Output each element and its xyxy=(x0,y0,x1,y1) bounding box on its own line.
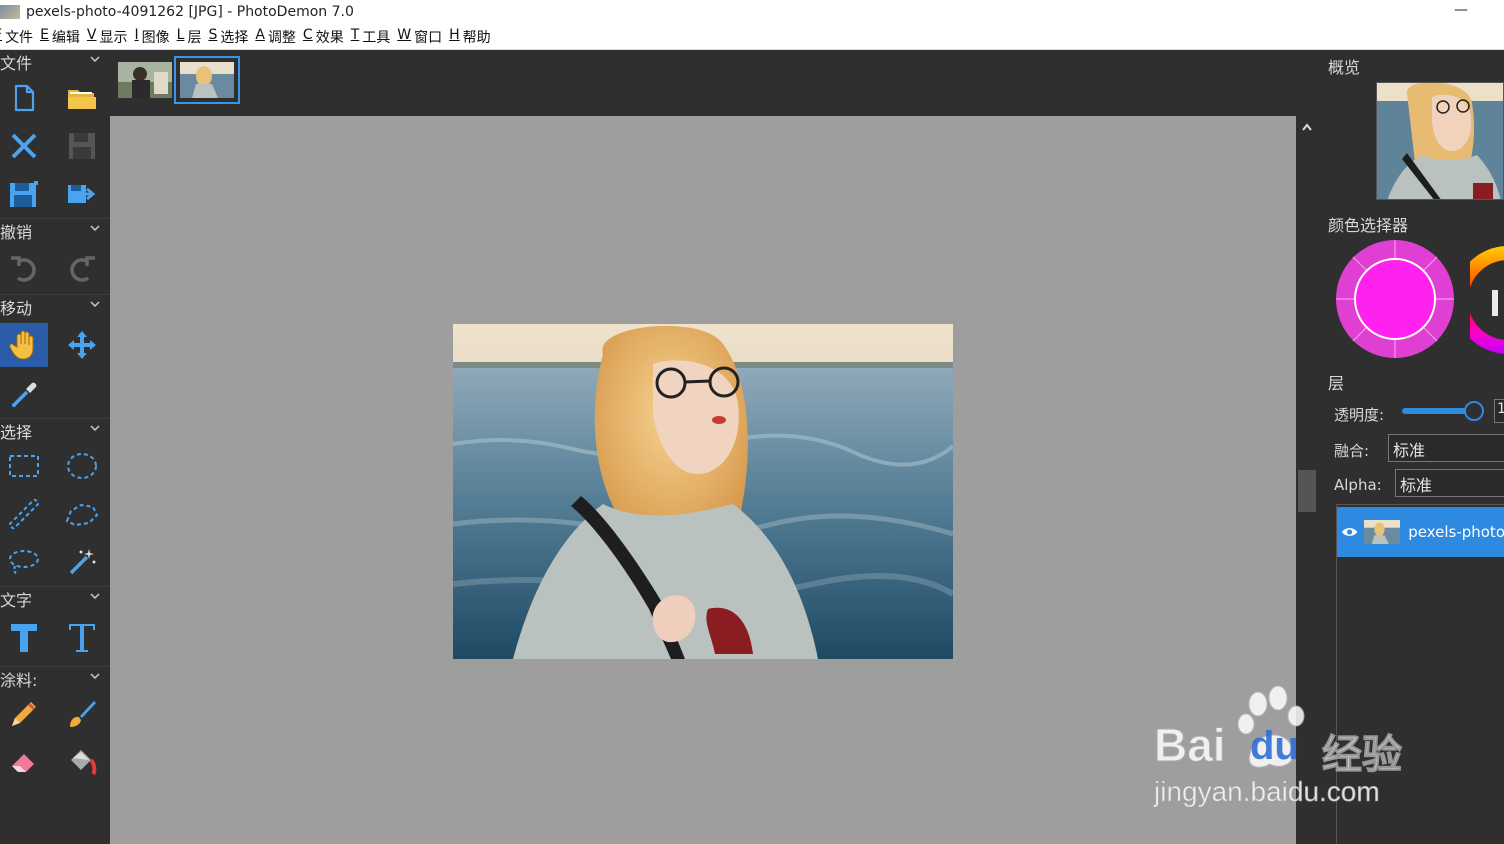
chevron-down-icon xyxy=(90,56,100,63)
section-text[interactable]: 文字 xyxy=(0,586,110,610)
overview-title: 概览 xyxy=(1328,58,1361,77)
thumbnail-image xyxy=(180,62,234,98)
toolbox-panel: 文件 撤销 移动 选择 文字 涂料: xyxy=(0,50,110,844)
blend-label: 融合: xyxy=(1334,442,1370,460)
eye-icon[interactable] xyxy=(1341,525,1358,539)
layer-name: pexels-photo xyxy=(1408,523,1504,541)
image-tabs xyxy=(110,50,1296,116)
window-title: pexels-photo-4091262 [JPG] - PhotoDemon … xyxy=(26,4,354,20)
new-file-icon[interactable] xyxy=(0,76,48,120)
move-icon[interactable] xyxy=(58,323,106,367)
menu-edit[interactable]: E 编辑 xyxy=(40,27,87,47)
menu-adjust[interactable]: A 调整 xyxy=(255,27,303,47)
blend-mode-select[interactable]: 标准 xyxy=(1388,434,1504,462)
overview-thumbnail[interactable] xyxy=(1376,82,1504,200)
polygon-select-icon[interactable] xyxy=(58,492,106,536)
menu-effects[interactable]: C 效果 xyxy=(303,27,351,47)
alpha-mode-select[interactable]: 标准 xyxy=(1395,469,1504,497)
section-select[interactable]: 选择 xyxy=(0,418,110,442)
rect-select-icon[interactable] xyxy=(0,444,48,488)
primary-color-wheel[interactable] xyxy=(1334,238,1456,360)
section-file[interactable]: 文件 xyxy=(0,50,110,74)
redo-icon[interactable] xyxy=(58,246,106,290)
app-image-icon xyxy=(0,5,20,19)
menu-image[interactable]: I 图像 xyxy=(135,27,177,47)
layer-list: pexels-photo xyxy=(1336,504,1504,844)
menu-layer[interactable]: L层 xyxy=(177,27,209,47)
section-undo[interactable]: 撤销 xyxy=(0,218,110,242)
image-tab-thumbnail[interactable] xyxy=(118,62,172,98)
right-panel: 概览 颜色选择器 层 透明度: 融合: 标准 Alpha: 标准 pexels-… xyxy=(1318,50,1504,844)
eraser-icon[interactable] xyxy=(0,740,48,784)
opacity-label: 透明度: xyxy=(1334,406,1385,424)
color-picker-title: 颜色选择器 xyxy=(1328,216,1409,235)
undo-icon[interactable] xyxy=(0,246,48,290)
eyedropper-icon[interactable] xyxy=(0,373,48,417)
brush-icon[interactable] xyxy=(58,692,106,736)
menu-file[interactable]: F文件 xyxy=(0,27,40,47)
menu-help[interactable]: H 帮助 xyxy=(449,27,498,47)
chevron-down-icon xyxy=(90,593,100,600)
canvas-vertical-scrollbar[interactable] xyxy=(1296,116,1318,844)
menu-select[interactable]: S 选择 xyxy=(208,27,255,47)
ellipse-select-icon[interactable] xyxy=(58,444,106,488)
line-select-icon[interactable] xyxy=(0,492,48,536)
menu-view[interactable]: V 显示 xyxy=(87,27,135,47)
scroll-up-icon[interactable] xyxy=(1301,122,1313,132)
opacity-slider-thumb[interactable] xyxy=(1464,401,1484,421)
section-move[interactable]: 移动 xyxy=(0,294,110,318)
chevron-down-icon xyxy=(90,425,100,432)
scrollbar-thumb[interactable] xyxy=(1298,470,1316,512)
section-paint[interactable]: 涂料: xyxy=(0,666,110,690)
image-tab-thumbnail-active[interactable] xyxy=(174,56,240,104)
title-bar: pexels-photo-4091262 [JPG] - PhotoDemon … xyxy=(0,0,1504,24)
opacity-value-field[interactable]: 1 xyxy=(1494,399,1504,423)
photodemon-window: pexels-photo-4091262 [JPG] - PhotoDemon … xyxy=(0,0,1504,844)
chevron-down-icon xyxy=(90,225,100,232)
text-bold-icon[interactable] xyxy=(0,616,48,660)
chevron-down-icon xyxy=(90,673,100,680)
open-folder-icon[interactable] xyxy=(58,76,106,120)
canvas-area[interactable] xyxy=(110,116,1296,844)
layer-thumbnail xyxy=(1364,519,1401,545)
export-icon[interactable] xyxy=(58,172,106,216)
minimize-button[interactable]: — xyxy=(1454,2,1468,18)
save-all-icon[interactable] xyxy=(0,172,48,216)
photo-image xyxy=(453,324,953,659)
alpha-label: Alpha: xyxy=(1334,476,1382,494)
layers-title: 层 xyxy=(1328,374,1345,393)
menu-tools[interactable]: T 工具 xyxy=(351,27,398,47)
layer-row[interactable]: pexels-photo xyxy=(1337,507,1504,557)
thumbnail-image xyxy=(118,62,172,98)
close-icon[interactable] xyxy=(0,124,48,168)
hue-wheel[interactable] xyxy=(1470,244,1504,356)
chevron-down-icon xyxy=(90,301,100,308)
menu-window[interactable]: W 窗口 xyxy=(397,27,449,47)
pencil-icon[interactable] xyxy=(0,692,48,736)
fill-bucket-icon[interactable] xyxy=(58,740,106,784)
save-icon[interactable] xyxy=(58,124,106,168)
magic-wand-icon[interactable] xyxy=(58,540,106,584)
hand-icon[interactable] xyxy=(0,323,48,367)
text-serif-icon[interactable] xyxy=(58,616,106,660)
lasso-icon[interactable] xyxy=(0,540,48,584)
menu-bar: F文件 E编辑 V显示 I图像 L层 S选择 A调整 C效果 T工具 W窗口 H… xyxy=(0,24,1504,50)
